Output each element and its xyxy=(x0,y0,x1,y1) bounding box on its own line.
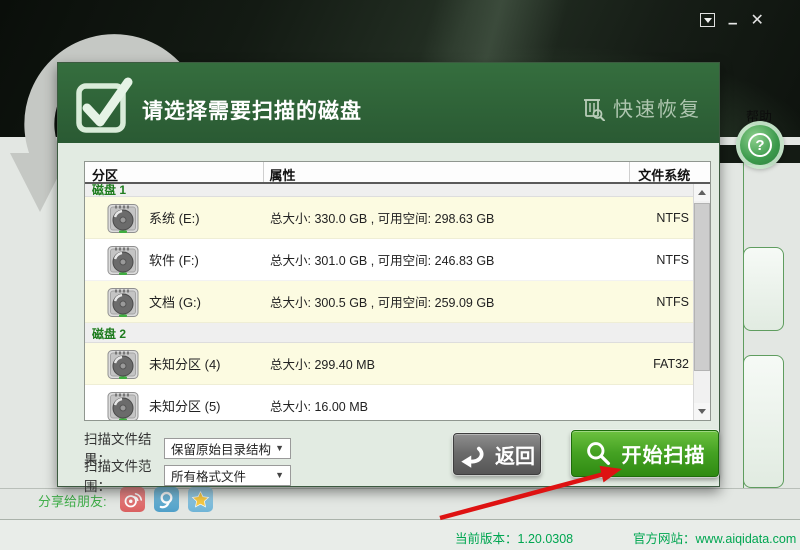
version-value: 1.20.0308 xyxy=(518,532,574,546)
site-value[interactable]: www.aiqidata.com xyxy=(696,532,797,546)
partition-filesystem: NTFS xyxy=(632,211,693,225)
side-panel-top xyxy=(743,247,784,331)
partition-filesystem: FAT32 xyxy=(632,357,693,371)
partition-name: 软件 (F:) xyxy=(149,250,199,269)
partition-name: 系统 (E:) xyxy=(149,208,200,227)
disk-drive-icon xyxy=(106,389,140,421)
back-button-label: 返回 xyxy=(495,440,535,469)
partition-attributes: 总大小: 301.0 GB , 可用空间: 246.83 GB xyxy=(265,250,632,269)
chevron-down-icon xyxy=(704,18,712,23)
back-button[interactable]: 返回 xyxy=(453,433,541,475)
question-icon: ? xyxy=(748,133,772,157)
dropdown-arrow-icon: ▼ xyxy=(275,470,284,480)
partition-attributes: 总大小: 299.40 MB xyxy=(265,354,632,373)
partition-name: 未知分区 (4) xyxy=(149,354,221,373)
disk-group-row: 磁盘 1 xyxy=(85,184,693,197)
close-button[interactable]: ✕ xyxy=(750,10,763,30)
recycle-scan-icon xyxy=(580,95,606,121)
help-button[interactable]: ? xyxy=(736,121,784,169)
skin-menu-button[interactable] xyxy=(700,13,715,27)
disk-table: 分区 属性 文件系统 磁盘 1 系统 (E:) 总大小: 330.0 GB , 可用… xyxy=(84,161,711,421)
dialog-header: 请选择需要扫描的磁盘 快速恢复 xyxy=(58,63,719,143)
disk-row[interactable]: 文档 (G:) 总大小: 300.5 GB , 可用空间: 259.09 GBNT… xyxy=(85,281,693,323)
checkmark-icon xyxy=(72,71,134,135)
disk-drive-icon xyxy=(106,285,140,319)
partition-attributes: 总大小: 300.5 GB , 可用空间: 259.09 GB xyxy=(265,292,632,311)
start-scan-button[interactable]: 开始扫描 xyxy=(571,430,719,477)
dropdown-arrow-icon: ▼ xyxy=(275,443,284,453)
version-label: 当前版本： xyxy=(455,532,518,546)
disk-table-body: 磁盘 1 系统 (E:) 总大小: 330.0 GB , 可用空间: 298.63 … xyxy=(85,184,693,420)
minimize-button[interactable]: – xyxy=(728,12,737,28)
scroll-up-button[interactable] xyxy=(694,184,710,201)
scrollbar[interactable] xyxy=(693,184,710,420)
partition-attributes: 总大小: 16.00 MB xyxy=(265,396,632,415)
col-partition: 分区 xyxy=(85,162,264,182)
app-window: – ✕ 帮助 ? 请选择需要扫描的磁盘 xyxy=(0,0,800,550)
status-bar: 当前版本：1.20.0308 官方网站：www.aiqidata.com xyxy=(0,519,800,550)
start-scan-label: 开始扫描 xyxy=(622,439,706,468)
disk-row[interactable]: 系统 (E:) 总大小: 330.0 GB , 可用空间: 298.63 GBNT… xyxy=(85,197,693,239)
quick-recovery-label: 快速恢复 xyxy=(613,93,701,122)
dialog-title: 请选择需要扫描的磁盘 xyxy=(142,95,362,125)
partition-name: 文档 (G:) xyxy=(149,292,201,311)
undo-arrow-icon xyxy=(459,440,485,468)
col-attributes: 属性 xyxy=(264,162,630,182)
scan-range-select[interactable]: 所有格式文件 ▼ xyxy=(164,465,291,486)
scroll-down-button[interactable] xyxy=(694,403,710,420)
scan-range-value: 所有格式文件 xyxy=(171,466,246,485)
disk-row[interactable]: 软件 (F:) 总大小: 301.0 GB , 可用空间: 246.83 GBNT… xyxy=(85,239,693,281)
disk-row[interactable]: 未知分区 (4) 总大小: 299.40 MBFAT32 xyxy=(85,343,693,385)
partition-filesystem: NTFS xyxy=(632,295,693,309)
partition-filesystem: NTFS xyxy=(632,253,693,267)
window-controls: – ✕ xyxy=(700,9,795,31)
scan-disk-dialog: 请选择需要扫描的磁盘 快速恢复 分区 属性 文件系统 磁盘 1 系统 (E:) 总大… xyxy=(57,62,720,487)
disk-drive-icon xyxy=(106,347,140,381)
disk-drive-icon xyxy=(106,201,140,235)
scroll-thumb[interactable] xyxy=(694,203,710,371)
col-filesystem: 文件系统 xyxy=(630,162,710,182)
table-header: 分区 属性 文件系统 xyxy=(85,162,710,184)
disk-group-row: 磁盘 2 xyxy=(85,323,693,343)
partition-attributes: 总大小: 330.0 GB , 可用空间: 298.63 GB xyxy=(265,208,632,227)
disk-group-label: 磁盘 2 xyxy=(92,327,126,341)
disk-group-label: 磁盘 1 xyxy=(92,184,693,198)
disk-row[interactable]: 未知分区 (5) 总大小: 16.00 MB xyxy=(85,385,693,420)
triangle-up-icon xyxy=(698,190,706,195)
site-label: 官方网站： xyxy=(633,532,696,546)
triangle-down-icon xyxy=(698,409,706,414)
magnifier-icon xyxy=(585,440,612,467)
scan-range-label: 扫描文件范围： xyxy=(84,455,164,495)
disk-drive-icon xyxy=(106,243,140,277)
quick-recovery-badge: 快速恢复 xyxy=(580,93,701,122)
partition-name: 未知分区 (5) xyxy=(149,396,221,415)
side-panel-bottom xyxy=(743,355,784,488)
